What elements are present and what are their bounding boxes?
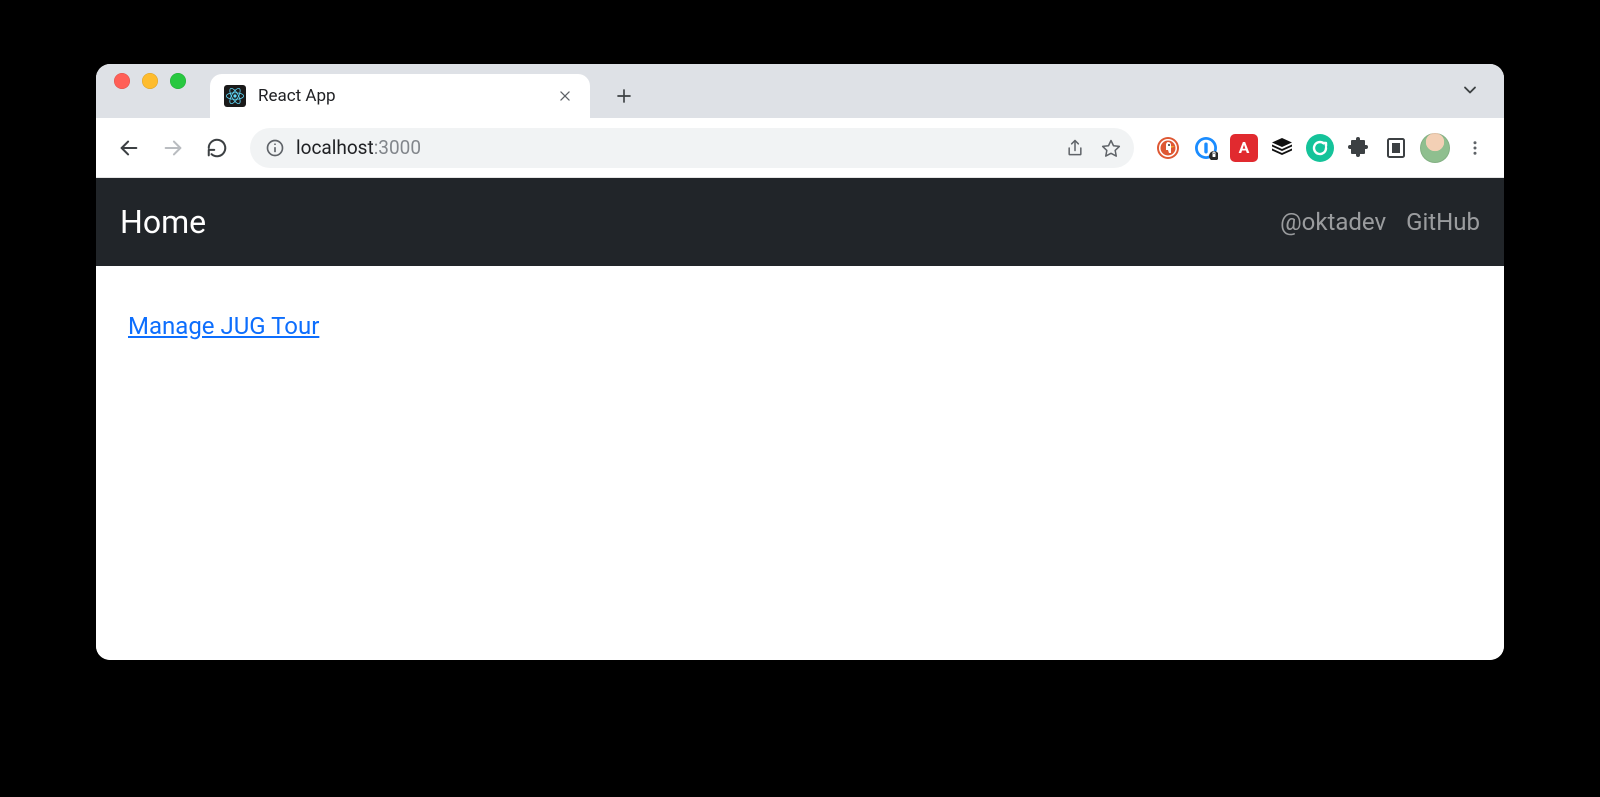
browser-window: React App — [96, 64, 1504, 660]
navbar-brand[interactable]: Home — [120, 203, 206, 241]
grammarly-icon[interactable] — [1306, 134, 1334, 162]
page-content: Manage JUG Tour — [96, 266, 1504, 386]
window-minimize-button[interactable] — [142, 73, 158, 89]
reload-button[interactable] — [198, 129, 236, 167]
page-viewport: Home @oktadev GitHub Manage JUG Tour — [96, 178, 1504, 660]
address-port: :3000 — [374, 136, 421, 159]
address-host: localhost — [296, 136, 374, 159]
address-bar[interactable]: localhost:3000 — [250, 128, 1134, 168]
site-info-icon[interactable] — [264, 137, 286, 159]
browser-tab-active[interactable]: React App — [210, 74, 590, 118]
tab-overflow-button[interactable] — [1456, 76, 1484, 104]
forward-button[interactable] — [154, 129, 192, 167]
extensions-row: A — [1148, 133, 1490, 163]
back-button[interactable] — [110, 129, 148, 167]
bookmark-icon[interactable] — [1098, 135, 1124, 161]
new-tab-button[interactable] — [604, 76, 644, 116]
tab-title: React App — [258, 86, 544, 106]
asciidoctor-icon[interactable]: A — [1230, 134, 1258, 162]
profile-avatar[interactable] — [1420, 133, 1450, 163]
address-text[interactable]: localhost:3000 — [296, 128, 1052, 168]
onepassword-icon[interactable] — [1192, 134, 1220, 162]
manage-jug-tour-link[interactable]: Manage JUG Tour — [128, 312, 319, 340]
nav-link-github[interactable]: GitHub — [1406, 208, 1480, 236]
chrome-menu-button[interactable] — [1460, 133, 1490, 163]
window-close-button[interactable] — [114, 73, 130, 89]
reader-icon[interactable] — [1382, 134, 1410, 162]
nav-link-oktadev[interactable]: @oktadev — [1280, 208, 1386, 236]
app-navbar: Home @oktadev GitHub — [96, 178, 1504, 266]
browser-tab-strip: React App — [96, 64, 1504, 118]
react-icon — [224, 85, 246, 107]
window-zoom-button[interactable] — [170, 73, 186, 89]
extensions-icon[interactable] — [1344, 134, 1372, 162]
browser-toolbar: localhost:3000 A — [96, 118, 1504, 178]
window-controls — [114, 64, 210, 118]
duckduckgo-icon[interactable] — [1154, 134, 1182, 162]
buffer-icon[interactable] — [1268, 134, 1296, 162]
close-tab-button[interactable] — [556, 87, 574, 105]
share-icon[interactable] — [1062, 135, 1088, 161]
